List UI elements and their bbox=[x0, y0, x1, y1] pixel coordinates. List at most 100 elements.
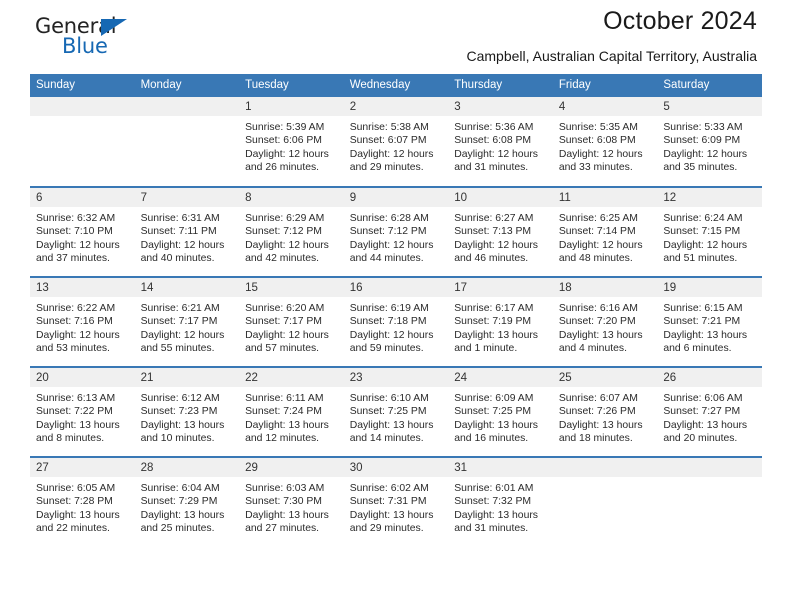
day-sun-details: Sunrise: 6:21 AM Sunset: 7:17 PM Dayligh… bbox=[140, 303, 225, 355]
calendar-day-cell[interactable]: 12 Sunrise: 6:24 AM Sunset: 7:15 PM Dayli… bbox=[657, 186, 762, 277]
day-number: 4 bbox=[552, 97, 658, 116]
calendar-day-cell[interactable]: 9 Sunrise: 6:28 AM Sunset: 7:12 PM Daylig… bbox=[343, 186, 449, 277]
day-number: 5 bbox=[657, 97, 762, 116]
general-blue-logo[interactable]: General Blue bbox=[35, 14, 155, 62]
day-sun-details: Sunrise: 6:12 AM Sunset: 7:23 PM Dayligh… bbox=[140, 393, 225, 445]
weekday-header-monday: Monday bbox=[134, 74, 240, 97]
day-sun-details: Sunrise: 6:06 AM Sunset: 7:27 PM Dayligh… bbox=[663, 393, 748, 445]
calendar-day-cell[interactable]: 13 Sunrise: 6:22 AM Sunset: 7:16 PM Dayli… bbox=[30, 276, 135, 367]
calendar-day-cell[interactable]: 30 Sunrise: 6:02 AM Sunset: 7:31 PM Dayli… bbox=[343, 456, 449, 547]
calendar-day-cell[interactable]: 3 Sunrise: 5:36 AM Sunset: 6:08 PM Daylig… bbox=[448, 97, 553, 187]
day-number bbox=[552, 458, 658, 477]
day-number: 30 bbox=[343, 458, 449, 477]
calendar-day-cell[interactable]: 16 Sunrise: 6:19 AM Sunset: 7:18 PM Dayli… bbox=[343, 276, 449, 367]
day-sun-details: Sunrise: 6:20 AM Sunset: 7:17 PM Dayligh… bbox=[245, 303, 329, 355]
page-header: General Blue October 2024 Campbell, Aust… bbox=[30, 0, 762, 74]
day-number bbox=[657, 458, 762, 477]
day-sun-details: Sunrise: 6:13 AM Sunset: 7:22 PM Dayligh… bbox=[36, 393, 120, 445]
day-number: 8 bbox=[239, 188, 344, 207]
calendar-day-cell[interactable]: 6 Sunrise: 6:32 AM Sunset: 7:10 PM Daylig… bbox=[30, 186, 135, 277]
day-sun-details bbox=[553, 477, 658, 482]
day-number: 28 bbox=[134, 458, 240, 477]
calendar-body: 1 Sunrise: 5:39 AM Sunset: 6:06 PM Daylig… bbox=[30, 97, 762, 547]
weekday-header-sunday: Sunday bbox=[30, 74, 135, 97]
calendar-day-cell[interactable]: 2 Sunrise: 5:38 AM Sunset: 6:07 PM Daylig… bbox=[343, 97, 449, 187]
day-number: 11 bbox=[552, 188, 658, 207]
calendar-day-cell[interactable]: 31 Sunrise: 6:01 AM Sunset: 7:32 PM Dayli… bbox=[448, 456, 553, 547]
calendar-day-cell[interactable]: 5 Sunrise: 5:33 AM Sunset: 6:09 PM Daylig… bbox=[657, 97, 762, 187]
day-number: 24 bbox=[448, 368, 553, 387]
sunrise-sunset-calendar: Sunday Monday Tuesday Wednesday Thursday… bbox=[30, 74, 762, 547]
day-number: 31 bbox=[448, 458, 553, 477]
calendar-day-cell[interactable]: 14 Sunrise: 6:21 AM Sunset: 7:17 PM Dayli… bbox=[134, 276, 240, 367]
day-sun-details: Sunrise: 6:28 AM Sunset: 7:12 PM Dayligh… bbox=[349, 213, 434, 265]
calendar-day-cell[interactable]: 18 Sunrise: 6:16 AM Sunset: 7:20 PM Dayli… bbox=[552, 276, 658, 367]
day-number: 17 bbox=[448, 278, 553, 297]
calendar-empty-cell bbox=[134, 97, 240, 187]
day-sun-details bbox=[135, 116, 240, 121]
day-sun-details: Sunrise: 6:05 AM Sunset: 7:28 PM Dayligh… bbox=[36, 483, 120, 535]
page-subtitle: Campbell, Australian Capital Territory, … bbox=[466, 48, 758, 64]
calendar-day-cell[interactable]: 8 Sunrise: 6:29 AM Sunset: 7:12 PM Daylig… bbox=[239, 186, 344, 277]
day-number: 26 bbox=[657, 368, 762, 387]
calendar-day-cell[interactable]: 10 Sunrise: 6:27 AM Sunset: 7:13 PM Dayli… bbox=[448, 186, 553, 277]
calendar-week-row: 6 Sunrise: 6:32 AM Sunset: 7:10 PM Daylig… bbox=[30, 186, 762, 277]
day-sun-details: Sunrise: 5:35 AM Sunset: 6:08 PM Dayligh… bbox=[558, 122, 643, 174]
day-sun-details: Sunrise: 6:01 AM Sunset: 7:32 PM Dayligh… bbox=[454, 483, 538, 535]
day-number: 7 bbox=[134, 188, 240, 207]
day-sun-details: Sunrise: 6:29 AM Sunset: 7:12 PM Dayligh… bbox=[245, 213, 329, 265]
weekday-header-wednesday: Wednesday bbox=[343, 74, 449, 97]
logo-text-blue: Blue bbox=[62, 34, 108, 58]
calendar-week-row: 27 Sunrise: 6:05 AM Sunset: 7:28 PM Dayli… bbox=[30, 456, 762, 547]
day-sun-details: Sunrise: 6:31 AM Sunset: 7:11 PM Dayligh… bbox=[140, 213, 225, 265]
day-sun-details: Sunrise: 6:03 AM Sunset: 7:30 PM Dayligh… bbox=[245, 483, 329, 535]
day-sun-details: Sunrise: 6:10 AM Sunset: 7:25 PM Dayligh… bbox=[349, 393, 434, 445]
calendar-day-cell[interactable]: 26 Sunrise: 6:06 AM Sunset: 7:27 PM Dayli… bbox=[657, 366, 762, 457]
day-sun-details: Sunrise: 6:24 AM Sunset: 7:15 PM Dayligh… bbox=[663, 213, 748, 265]
weekday-header-friday: Friday bbox=[552, 74, 658, 97]
day-sun-details: Sunrise: 5:39 AM Sunset: 6:06 PM Dayligh… bbox=[245, 122, 329, 174]
day-sun-details: Sunrise: 6:16 AM Sunset: 7:20 PM Dayligh… bbox=[558, 303, 643, 355]
calendar-week-row: 1 Sunrise: 5:39 AM Sunset: 6:06 PM Daylig… bbox=[30, 97, 762, 187]
day-sun-details: Sunrise: 6:25 AM Sunset: 7:14 PM Dayligh… bbox=[558, 213, 643, 265]
day-number: 19 bbox=[657, 278, 762, 297]
calendar-day-cell[interactable]: 25 Sunrise: 6:07 AM Sunset: 7:26 PM Dayli… bbox=[552, 366, 658, 457]
weekday-header-thursday: Thursday bbox=[448, 74, 553, 97]
calendar-day-cell[interactable]: 4 Sunrise: 5:35 AM Sunset: 6:08 PM Daylig… bbox=[552, 97, 658, 187]
day-number: 25 bbox=[552, 368, 658, 387]
calendar-day-cell[interactable]: 7 Sunrise: 6:31 AM Sunset: 7:11 PM Daylig… bbox=[134, 186, 240, 277]
calendar-day-cell[interactable]: 21 Sunrise: 6:12 AM Sunset: 7:23 PM Dayli… bbox=[134, 366, 240, 457]
calendar-week-row: 20 Sunrise: 6:13 AM Sunset: 7:22 PM Dayli… bbox=[30, 366, 762, 457]
day-sun-details: Sunrise: 6:09 AM Sunset: 7:25 PM Dayligh… bbox=[454, 393, 538, 445]
calendar-day-cell[interactable]: 28 Sunrise: 6:04 AM Sunset: 7:29 PM Dayli… bbox=[134, 456, 240, 547]
calendar-day-cell[interactable]: 24 Sunrise: 6:09 AM Sunset: 7:25 PM Dayli… bbox=[448, 366, 553, 457]
day-number: 2 bbox=[343, 97, 449, 116]
day-number bbox=[30, 97, 135, 116]
calendar-day-cell[interactable]: 22 Sunrise: 6:11 AM Sunset: 7:24 PM Dayli… bbox=[239, 366, 344, 457]
calendar-day-cell[interactable]: 17 Sunrise: 6:17 AM Sunset: 7:19 PM Dayli… bbox=[448, 276, 553, 367]
calendar-day-cell[interactable]: 27 Sunrise: 6:05 AM Sunset: 7:28 PM Dayli… bbox=[30, 456, 135, 547]
calendar-day-cell[interactable]: 23 Sunrise: 6:10 AM Sunset: 7:25 PM Dayli… bbox=[343, 366, 449, 457]
calendar-day-cell[interactable]: 19 Sunrise: 6:15 AM Sunset: 7:21 PM Dayli… bbox=[657, 276, 762, 367]
weekday-header-saturday: Saturday bbox=[657, 74, 762, 97]
calendar-day-cell[interactable]: 20 Sunrise: 6:13 AM Sunset: 7:22 PM Dayli… bbox=[30, 366, 135, 457]
calendar-day-cell[interactable]: 1 Sunrise: 5:39 AM Sunset: 6:06 PM Daylig… bbox=[239, 97, 344, 187]
day-number: 18 bbox=[552, 278, 658, 297]
day-sun-details: Sunrise: 6:17 AM Sunset: 7:19 PM Dayligh… bbox=[454, 303, 538, 355]
day-number: 12 bbox=[657, 188, 762, 207]
day-number: 15 bbox=[239, 278, 344, 297]
calendar-day-cell[interactable]: 29 Sunrise: 6:03 AM Sunset: 7:30 PM Dayli… bbox=[239, 456, 344, 547]
day-number: 29 bbox=[239, 458, 344, 477]
day-sun-details: Sunrise: 6:19 AM Sunset: 7:18 PM Dayligh… bbox=[349, 303, 434, 355]
day-sun-details: Sunrise: 6:32 AM Sunset: 7:10 PM Dayligh… bbox=[36, 213, 120, 265]
day-sun-details: Sunrise: 5:36 AM Sunset: 6:08 PM Dayligh… bbox=[454, 122, 538, 174]
calendar-day-cell[interactable]: 11 Sunrise: 6:25 AM Sunset: 7:14 PM Dayli… bbox=[552, 186, 658, 277]
day-sun-details: Sunrise: 6:07 AM Sunset: 7:26 PM Dayligh… bbox=[558, 393, 643, 445]
day-number: 10 bbox=[448, 188, 553, 207]
day-number: 27 bbox=[30, 458, 135, 477]
day-sun-details: Sunrise: 6:04 AM Sunset: 7:29 PM Dayligh… bbox=[140, 483, 225, 535]
day-number: 9 bbox=[343, 188, 449, 207]
day-number: 20 bbox=[30, 368, 135, 387]
calendar-day-cell[interactable]: 15 Sunrise: 6:20 AM Sunset: 7:17 PM Dayli… bbox=[239, 276, 344, 367]
day-sun-details: Sunrise: 6:11 AM Sunset: 7:24 PM Dayligh… bbox=[245, 393, 329, 445]
